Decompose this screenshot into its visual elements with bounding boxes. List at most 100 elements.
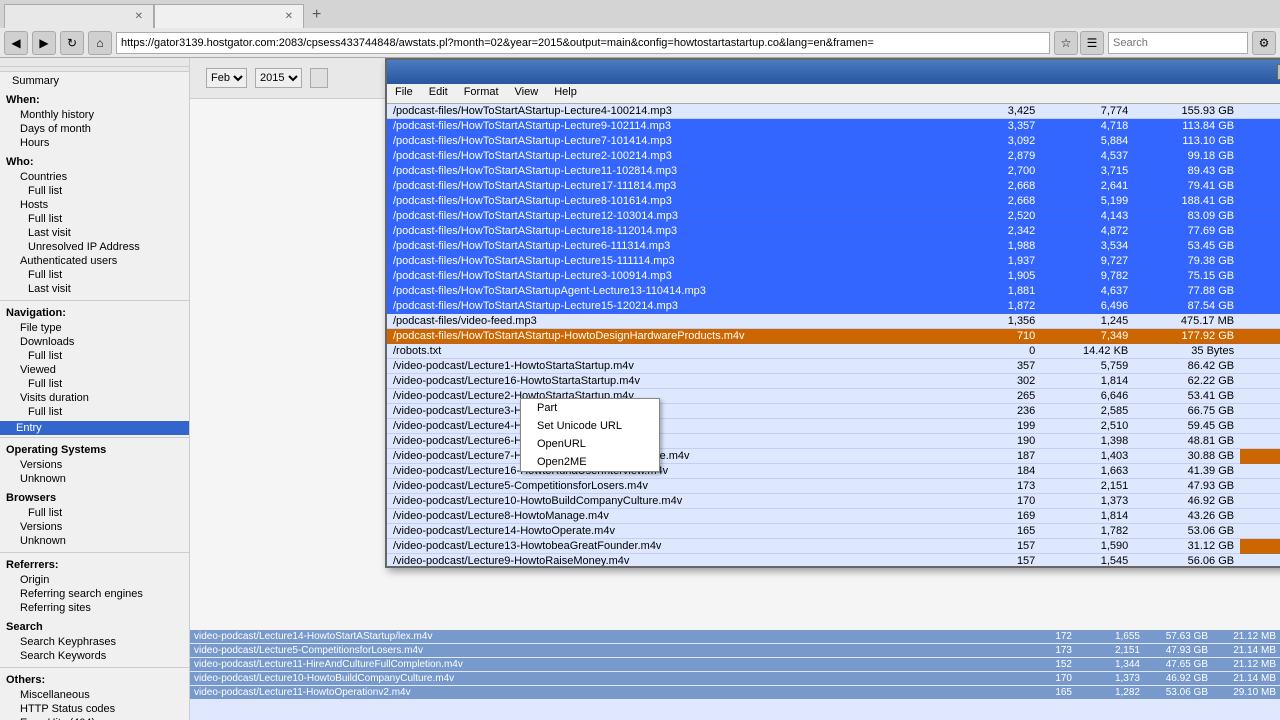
bottom-row-item: video-podcast/Lecture5-CompetitionsforLo… (190, 644, 1280, 657)
sidebar-item-full-list-countries[interactable]: Full list (4, 184, 185, 198)
sidebar: Summary When: Monthly history Days of mo… (0, 58, 190, 720)
sidebar-item-unknown-os[interactable]: Unknown (4, 472, 185, 486)
content-area: FebJanMar 20152014 _ □ ✕ File (190, 58, 1280, 720)
bottom-row-item: video-podcast/Lecture11-HowtoOperationv2… (190, 686, 1280, 699)
sidebar-section-when: When: Monthly history Days of month Hour… (0, 90, 189, 152)
sidebar-section-others: Others: Miscellaneous HTTP Status codes … (0, 670, 189, 720)
context-item-open2me[interactable]: Open2ME (521, 453, 659, 471)
settings-icon[interactable]: ⚙ (1252, 31, 1276, 55)
sidebar-title-others: Others: (4, 672, 185, 688)
period-year-select[interactable]: 20152014 (255, 68, 302, 88)
sidebar-section-summary: Summary (0, 72, 189, 90)
sidebar-item-summary[interactable]: Summary (4, 74, 185, 88)
sidebar-section-browsers: Browsers Full list Versions Unknown (0, 488, 189, 550)
sidebar-item-downloads[interactable]: Downloads (4, 335, 185, 349)
browser-chrome: ✕ ✕ + ◀ ▶ ↻ ⌂ ☆ ☰ ⚙ (0, 0, 1280, 58)
sidebar-item-hours[interactable]: Hours (4, 136, 185, 150)
stats-for-label (0, 58, 189, 67)
context-item-part[interactable]: Part (521, 399, 659, 417)
context-item-unicode[interactable]: Set Unicode URL (521, 417, 659, 435)
sidebar-section-referrers: Referrers: Origin Referring search engin… (0, 555, 189, 617)
bottom-row-item: video-podcast/Lecture14-HowtoStartAStart… (190, 630, 1280, 643)
nav-bar: ◀ ▶ ↻ ⌂ ☆ ☰ ⚙ (0, 28, 1280, 58)
home-button[interactable]: ⌂ (88, 31, 112, 55)
sidebar-item-countries[interactable]: Countries (4, 170, 185, 184)
sidebar-section-who: Who: Countries Full list Hosts Full list… (0, 152, 189, 298)
sidebar-title-who: Who: (4, 154, 185, 170)
sidebar-item-search-engines[interactable]: Referring search engines (4, 587, 185, 601)
notepad-content[interactable]: /podcast-files/HowToStartAStartup-Lectur… (387, 104, 1280, 566)
bottom-rows: video-podcast/Lecture14-HowtoStartAStart… (190, 630, 1280, 720)
sidebar-item-keywords[interactable]: Search Keywords (4, 649, 185, 663)
notepad-data-table: /podcast-files/HowToStartAStartup-Lectur… (387, 104, 1280, 566)
sidebar-item-full-list-hosts[interactable]: Full list (4, 212, 185, 226)
ok-button[interactable] (310, 68, 328, 88)
new-tab-button[interactable]: + (304, 2, 329, 28)
sidebar-title-browsers: Browsers (4, 490, 185, 506)
sidebar-item-http-status[interactable]: HTTP Status codes (4, 702, 185, 716)
sidebar-item-viewed[interactable]: Viewed (4, 363, 185, 377)
tab-2-close[interactable]: ✕ (285, 11, 293, 22)
bottom-row-item: video-podcast/Lecture10-HowtoBuildCompan… (190, 672, 1280, 685)
address-bar[interactable] (116, 32, 1050, 54)
context-menu: Part Set Unicode URL OpenURL Open2ME (520, 398, 660, 472)
sidebar-item-versions-browsers[interactable]: Versions (4, 520, 185, 534)
notepad-titlebar: _ □ ✕ (387, 60, 1280, 84)
sidebar-divider-referrers (0, 552, 189, 553)
sidebar-section-os: Operating Systems Versions Unknown (0, 440, 189, 488)
sidebar-item-referring-sites[interactable]: Referring sites (4, 601, 185, 615)
sidebar-divider-nav (0, 300, 189, 301)
menu-edit[interactable]: Edit (421, 84, 456, 103)
sidebar-item-full-list-browsers[interactable]: Full list (4, 506, 185, 520)
menu-icon[interactable]: ☰ (1080, 31, 1104, 55)
menu-format[interactable]: Format (456, 84, 507, 103)
notepad-menu: File Edit Format View Help (387, 84, 1280, 104)
reload-button[interactable]: ↻ (60, 31, 84, 55)
sidebar-item-last-visit-auth[interactable]: Last visit (4, 282, 185, 296)
context-item-openurl[interactable]: OpenURL (521, 435, 659, 453)
sidebar-divider-others (0, 667, 189, 668)
nav-icons: ☆ ☰ (1054, 31, 1104, 55)
sidebar-title-referrers: Referrers: (4, 557, 185, 573)
main-area: Summary When: Monthly history Days of mo… (0, 58, 1280, 720)
sidebar-item-origin[interactable]: Origin (4, 573, 185, 587)
sidebar-item-unresolved-ip[interactable]: Unresolved IP Address (4, 240, 185, 254)
sidebar-item-keyphrases[interactable]: Search Keyphrases (4, 635, 185, 649)
sidebar-title-when: When: (4, 92, 185, 108)
sidebar-item-file-type[interactable]: File type (4, 321, 185, 335)
sidebar-item-last-visit-hosts[interactable]: Last visit (4, 226, 185, 240)
bottom-row-item: video-podcast/Lecture11-HireAndCultureFu… (190, 658, 1280, 671)
sidebar-item-full-list-visits[interactable]: Full list (4, 405, 185, 419)
sidebar-item-full-list-auth[interactable]: Full list (4, 268, 185, 282)
sidebar-item-error-hits[interactable]: Error Hits (404) (4, 716, 185, 720)
tab-1-close[interactable]: ✕ (135, 11, 143, 22)
tab-2[interactable]: ✕ (154, 4, 304, 28)
sidebar-item-versions-os[interactable]: Versions (4, 458, 185, 472)
sidebar-item-miscellaneous[interactable]: Miscellaneous (4, 688, 185, 702)
tab-1[interactable]: ✕ (4, 4, 154, 28)
menu-help[interactable]: Help (546, 84, 585, 103)
sidebar-item-full-list-viewed[interactable]: Full list (4, 377, 185, 391)
sidebar-item-days-of-month[interactable]: Days of month (4, 122, 185, 136)
sidebar-item-authenticated-users[interactable]: Authenticated users (4, 254, 185, 268)
bookmark-icon[interactable]: ☆ (1054, 31, 1078, 55)
back-button[interactable]: ◀ (4, 31, 28, 55)
sidebar-section-search: Search Search Keyphrases Search Keywords (0, 617, 189, 665)
tab-bar: ✕ ✕ + (0, 0, 1280, 28)
forward-button[interactable]: ▶ (32, 31, 56, 55)
sidebar-title-navigation: Navigation: (4, 305, 185, 321)
search-input[interactable] (1108, 32, 1248, 54)
sidebar-item-unknown-browsers[interactable]: Unknown (4, 534, 185, 548)
period-month-select[interactable]: FebJanMar (206, 68, 247, 88)
sidebar-divider-os (0, 437, 189, 438)
sidebar-item-entry[interactable]: Entry (0, 421, 189, 435)
sidebar-title-search: Search (4, 619, 185, 635)
menu-file[interactable]: File (387, 84, 421, 103)
sidebar-item-visits-duration[interactable]: Visits duration (4, 391, 185, 405)
sidebar-title-os: Operating Systems (4, 442, 185, 458)
sidebar-item-full-list-downloads[interactable]: Full list (4, 349, 185, 363)
sidebar-item-hosts[interactable]: Hosts (4, 198, 185, 212)
menu-view[interactable]: View (507, 84, 547, 103)
sidebar-item-monthly-history[interactable]: Monthly history (4, 108, 185, 122)
sidebar-section-navigation: Navigation: File type Downloads Full lis… (0, 303, 189, 421)
